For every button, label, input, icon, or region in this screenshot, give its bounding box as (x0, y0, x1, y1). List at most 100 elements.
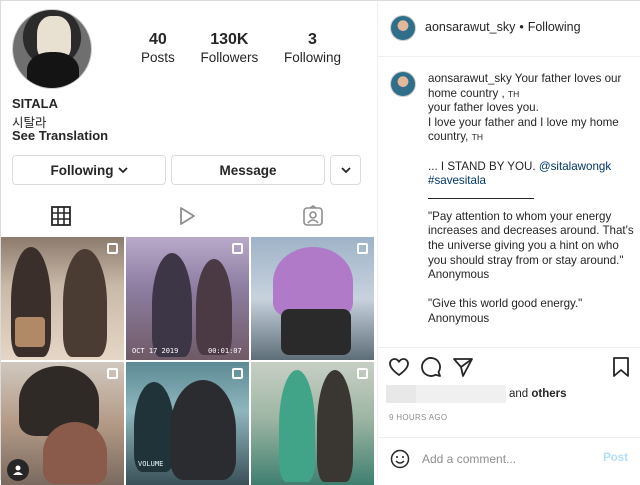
user-icon[interactable] (7, 459, 29, 481)
post-comment-button[interactable]: Post (603, 452, 628, 464)
attribution-2: Anonymous (428, 311, 490, 325)
following-button[interactable]: Following (12, 155, 166, 185)
comment-icon[interactable] (420, 356, 442, 378)
carousel-icon (107, 243, 118, 254)
th-marker: TH (507, 88, 520, 99)
posts-count: 40 (148, 31, 167, 48)
author-username[interactable]: aonsarawut_sky (425, 20, 515, 34)
author-avatar[interactable] (390, 15, 416, 41)
post-thumbnail[interactable]: VOLUME (126, 362, 249, 485)
hashtag-link[interactable]: #savesitala (428, 174, 638, 189)
post-caption: aonsarawut_sky Your father loves our hom… (378, 57, 640, 347)
posts-stat: 40 Posts (141, 31, 175, 67)
photo-figure (196, 259, 232, 355)
reels-icon[interactable] (176, 205, 198, 227)
following-count: 3 (308, 31, 317, 48)
see-translation-link[interactable]: See Translation (12, 128, 108, 143)
photo-figure (279, 370, 315, 482)
mention-link[interactable]: @sitalawongk (539, 160, 611, 173)
caption-line-2: your father loves you. (428, 101, 539, 115)
profile-tabs (1, 197, 377, 237)
photo-figure (273, 247, 353, 317)
following-label: Following (283, 50, 341, 65)
profile-name: SITALA (12, 96, 58, 111)
carousel-icon (232, 368, 243, 379)
post-thumbnail[interactable] (1, 362, 124, 485)
separator-dot: • (519, 20, 524, 34)
profile-panel: 40 Posts 130K Followers 3 Following SITA… (1, 1, 377, 485)
post-thumbnail[interactable] (251, 237, 374, 360)
message-button-label: Message (219, 162, 277, 178)
comment-input[interactable] (422, 450, 592, 468)
caption-text-3: I love your father and I love my home co… (428, 115, 619, 144)
caption-author-avatar[interactable] (390, 71, 416, 97)
emoji-icon[interactable] (390, 449, 410, 469)
likes-line: and others (386, 385, 636, 405)
quote-1: "Pay attention to whom your energy incre… (428, 209, 634, 267)
photo-figure (317, 370, 353, 482)
post-header: aonsarawut_sky • Following (378, 1, 640, 57)
post-panel: aonsarawut_sky • Following aonsarawut_sky … (377, 1, 640, 481)
post-thumbnail[interactable] (1, 237, 124, 360)
followers-count: 130K (210, 31, 249, 48)
post-author-line: aonsarawut_sky • Following (425, 20, 581, 34)
time-stamp: 00:01:07 (208, 347, 242, 355)
and-text: and (509, 388, 529, 400)
photo-figure (63, 249, 107, 357)
attribution-1: Anonymous (428, 268, 490, 282)
carousel-icon (357, 243, 368, 254)
caption-line-1: aonsarawut_sky Your father loves our hom… (428, 72, 638, 101)
share-icon[interactable] (452, 356, 474, 378)
caption-username[interactable]: aonsarawut_sky (428, 72, 512, 85)
blurred-liker-name (416, 385, 506, 403)
following-stat[interactable]: 3 Following (284, 31, 341, 67)
instagram-window: 40 Posts 130K Followers 3 Following SITA… (0, 0, 640, 485)
post-actions (378, 347, 640, 387)
post-timestamp[interactable]: 9 HOURS AGO (389, 413, 447, 422)
chevron-down-icon (340, 167, 351, 174)
comment-bar: Post (378, 437, 640, 481)
followers-label: Followers (200, 50, 259, 65)
volume-stamp: VOLUME (138, 460, 164, 468)
caption-divider (428, 197, 534, 199)
user-icon (13, 465, 23, 475)
photo-figure (281, 309, 351, 355)
quote-2: "Give this world good energy." (428, 297, 583, 311)
followers-stat[interactable]: 130K Followers (200, 31, 258, 67)
profile-stats: 40 Posts 130K Followers 3 Following (141, 31, 341, 67)
following-button-label: Following (50, 162, 114, 178)
caption-gap (428, 283, 638, 298)
avatar-body (27, 52, 79, 88)
post-thumbnail[interactable]: OCT 17 2019 00:01:07 (126, 237, 249, 360)
post-thumbnail[interactable] (251, 362, 374, 485)
photo-figure (15, 317, 45, 347)
caption-gap (428, 145, 638, 160)
message-button[interactable]: Message (171, 155, 325, 185)
standby-text: ... I STAND BY YOU. (428, 159, 536, 173)
follow-status[interactable]: Following (528, 20, 581, 34)
date-stamp: OCT 17 2019 (132, 347, 179, 355)
profile-avatar[interactable] (12, 9, 92, 89)
suggested-dropdown-button[interactable] (330, 155, 361, 185)
tagged-icon[interactable] (302, 205, 324, 227)
caption-standby-line: ... I STAND BY YOU. @sitalawongk (428, 160, 638, 175)
photo-figure (134, 382, 174, 472)
th-marker: TH (471, 132, 483, 143)
carousel-icon (232, 243, 243, 254)
posts-grid: OCT 17 2019 00:01:07 VOLUME (1, 237, 377, 485)
chevron-down-icon (117, 167, 128, 174)
photo-figure (43, 422, 107, 484)
others-link[interactable]: others (531, 388, 566, 400)
carousel-icon (107, 368, 118, 379)
photo-figure (152, 253, 192, 357)
bookmark-icon[interactable] (610, 356, 632, 378)
likes-text: and others (509, 388, 567, 400)
photo-figure (170, 380, 236, 480)
posts-grid-icon[interactable] (50, 205, 72, 227)
caption-line-3: I love your father and I love my home co… (428, 116, 638, 145)
caption-text: aonsarawut_sky Your father loves our hom… (428, 72, 638, 327)
carousel-icon (357, 368, 368, 379)
posts-label: Posts (141, 50, 175, 65)
blurred-liker-avatar (386, 385, 416, 403)
heart-icon[interactable] (388, 356, 410, 378)
